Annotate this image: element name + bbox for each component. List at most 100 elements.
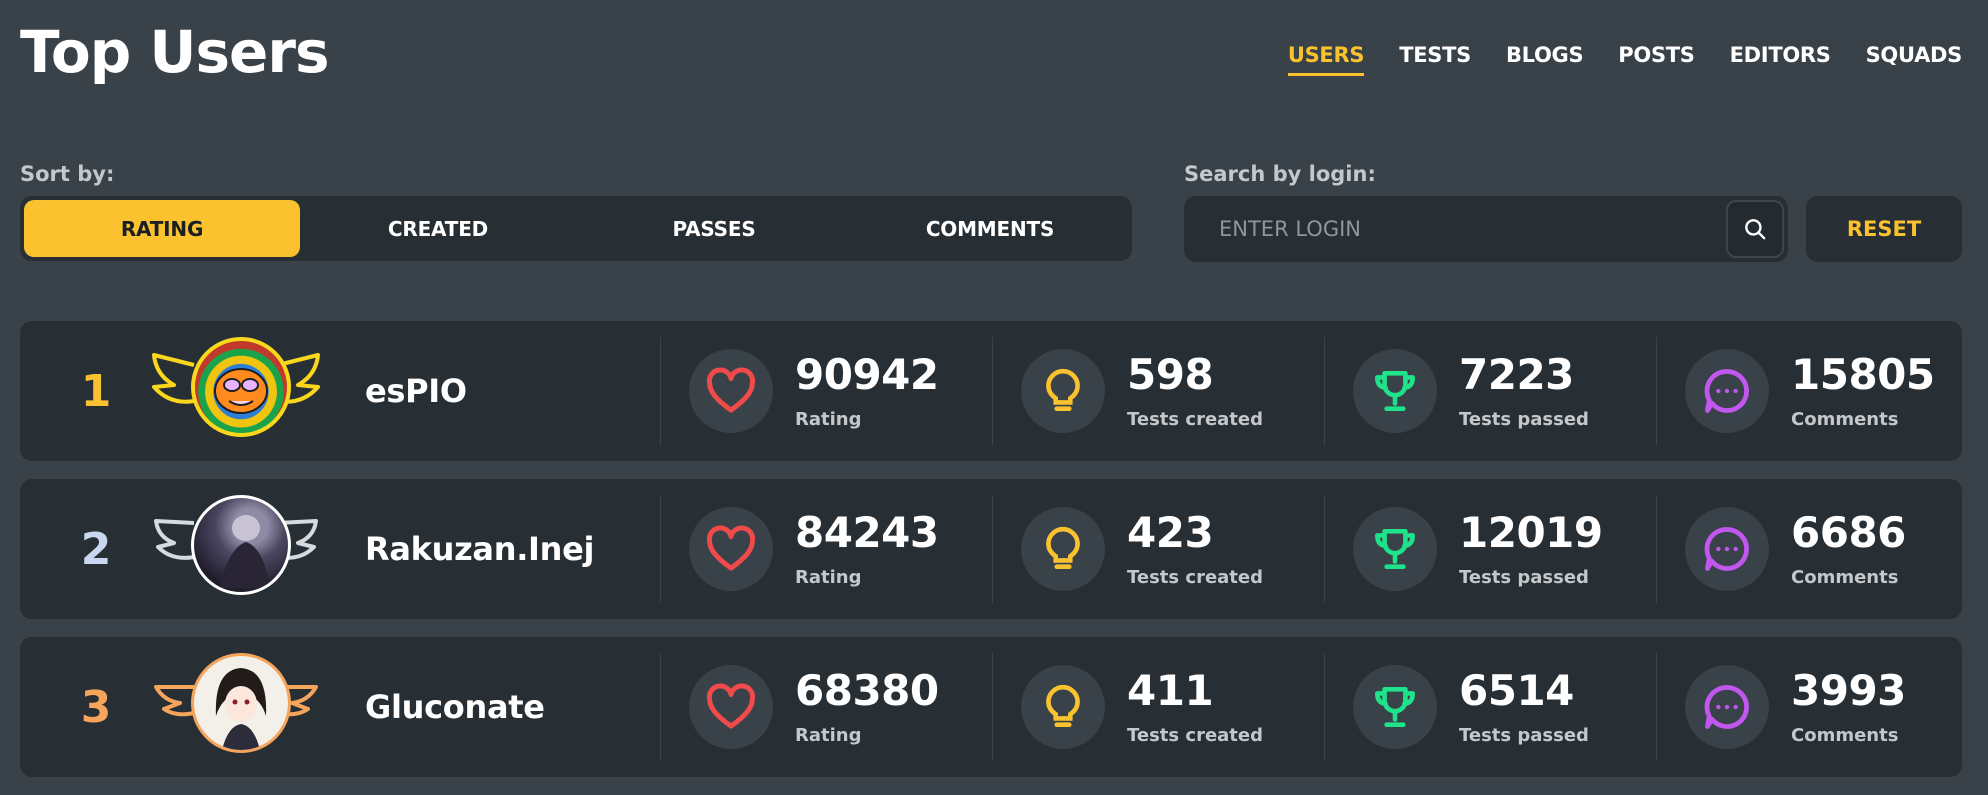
comments-stat: 6686 Comments	[1656, 495, 1963, 603]
avatar-illustration	[220, 515, 270, 588]
user-row[interactable]: 1 esPIO 90942 Rating 598 Tests created 7…	[20, 321, 1962, 461]
passed-icon-bg	[1353, 665, 1437, 749]
tests-passed-stat: 7223 Tests passed	[1324, 337, 1657, 445]
username[interactable]: Rakuzan.Inej	[365, 479, 595, 619]
rating-value: 90942	[795, 350, 939, 399]
avatar[interactable]	[191, 495, 291, 595]
passed-icon-bg	[1353, 349, 1437, 433]
comments-stat: 15805 Comments	[1656, 337, 1963, 445]
trophy-icon	[1375, 371, 1415, 411]
tests-passed-stat: 12019 Tests passed	[1324, 495, 1657, 603]
created-icon-bg	[1021, 665, 1105, 749]
comment-icon	[1704, 369, 1749, 413]
username[interactable]: Gluconate	[365, 637, 545, 777]
nav-users[interactable]: USERS	[1287, 43, 1364, 76]
tests-passed-stat: 6514 Tests passed	[1324, 653, 1657, 761]
passed-label: Tests passed	[1459, 725, 1589, 746]
lightbulb-icon	[1046, 368, 1080, 411]
comments-value: 3993	[1791, 666, 1906, 715]
created-icon-bg	[1021, 349, 1105, 433]
comments-label: Comments	[1791, 409, 1899, 430]
nav-editors[interactable]: EDITORS	[1730, 43, 1831, 76]
created-value: 411	[1127, 666, 1214, 715]
passed-icon-bg	[1353, 507, 1437, 591]
rating-stat: 68380 Rating	[660, 653, 993, 761]
passed-value: 12019	[1459, 508, 1603, 557]
user-row[interactable]: 2 Rakuzan.Inej 84243 Rating 423 Tests cr…	[20, 479, 1962, 619]
comments-value: 6686	[1791, 508, 1906, 557]
username[interactable]: esPIO	[365, 321, 467, 461]
rating-icon-bg	[689, 349, 773, 433]
created-icon-bg	[1021, 507, 1105, 591]
tests-created-stat: 598 Tests created	[992, 337, 1325, 445]
reset-button[interactable]: RESET	[1806, 196, 1962, 262]
sort-created-button[interactable]: CREATED	[300, 200, 576, 257]
search-label: Search by login:	[1184, 162, 1376, 186]
comments-icon-bg	[1685, 665, 1769, 749]
avatar[interactable]	[191, 653, 291, 753]
created-label: Tests created	[1127, 725, 1263, 746]
top-nav: USERS TESTS BLOGS POSTS EDITORS SQUADS	[1287, 43, 1963, 76]
search-button[interactable]	[1726, 200, 1784, 258]
comments-label: Comments	[1791, 567, 1899, 588]
nav-posts[interactable]: POSTS	[1618, 43, 1695, 76]
passed-label: Tests passed	[1459, 409, 1589, 430]
comments-stat: 3993 Comments	[1656, 653, 1963, 761]
passed-value: 7223	[1459, 350, 1574, 399]
created-value: 598	[1127, 350, 1214, 399]
trophy-icon	[1375, 529, 1415, 569]
created-label: Tests created	[1127, 409, 1263, 430]
rating-icon-bg	[689, 507, 773, 591]
avatar-frame	[150, 493, 322, 605]
rank-number: 1	[80, 365, 112, 417]
rating-stat: 84243 Rating	[660, 495, 993, 603]
sort-passes-button[interactable]: PASSES	[576, 200, 852, 257]
passed-value: 6514	[1459, 666, 1574, 715]
comments-icon-bg	[1685, 349, 1769, 433]
sort-label: Sort by:	[20, 162, 115, 186]
comment-icon	[1704, 527, 1749, 571]
heart-icon	[706, 525, 756, 571]
search-box	[1184, 196, 1788, 262]
avatar-frame	[150, 335, 322, 447]
passed-label: Tests passed	[1459, 567, 1589, 588]
user-list: 1 esPIO 90942 Rating 598 Tests created 7…	[20, 321, 1962, 795]
rating-icon-bg	[689, 665, 773, 749]
heart-icon	[706, 367, 756, 413]
sort-comments-button[interactable]: COMMENTS	[852, 200, 1128, 257]
avatar-frame	[150, 651, 322, 763]
comments-icon-bg	[1685, 507, 1769, 591]
rating-value: 84243	[795, 508, 939, 557]
nav-blogs[interactable]: BLOGS	[1506, 43, 1584, 76]
user-row[interactable]: 3 Gluconate 68380 Rating 411 Tests creat…	[20, 637, 1962, 777]
tests-created-stat: 411 Tests created	[992, 653, 1325, 761]
rank-number: 2	[80, 523, 112, 575]
rating-label: Rating	[795, 725, 862, 746]
comments-label: Comments	[1791, 725, 1899, 746]
rating-label: Rating	[795, 567, 862, 588]
trophy-icon	[1375, 687, 1415, 727]
lightbulb-icon	[1046, 526, 1080, 569]
page-title: Top Users	[20, 18, 329, 86]
avatar-illustration	[214, 368, 268, 414]
search-icon	[1745, 219, 1766, 240]
rating-label: Rating	[795, 409, 862, 430]
comments-value: 15805	[1791, 350, 1935, 399]
comment-icon	[1704, 685, 1749, 729]
sort-segmented-control: RATING CREATED PASSES COMMENTS	[20, 196, 1132, 261]
nav-squads[interactable]: SQUADS	[1866, 43, 1963, 76]
lightbulb-icon	[1046, 684, 1080, 727]
sort-rating-button[interactable]: RATING	[24, 200, 300, 257]
login-search-input[interactable]	[1184, 196, 1714, 262]
avatar[interactable]	[191, 337, 291, 437]
rating-stat: 90942 Rating	[660, 337, 993, 445]
tests-created-stat: 423 Tests created	[992, 495, 1325, 603]
nav-tests[interactable]: TESTS	[1399, 43, 1471, 76]
heart-icon	[706, 683, 756, 729]
rating-value: 68380	[795, 666, 939, 715]
created-value: 423	[1127, 508, 1214, 557]
created-label: Tests created	[1127, 567, 1263, 588]
rank-number: 3	[80, 681, 112, 733]
page-header: Top Users USERS TESTS BLOGS POSTS EDITOR…	[0, 0, 1988, 110]
avatar-illustration	[215, 668, 267, 750]
